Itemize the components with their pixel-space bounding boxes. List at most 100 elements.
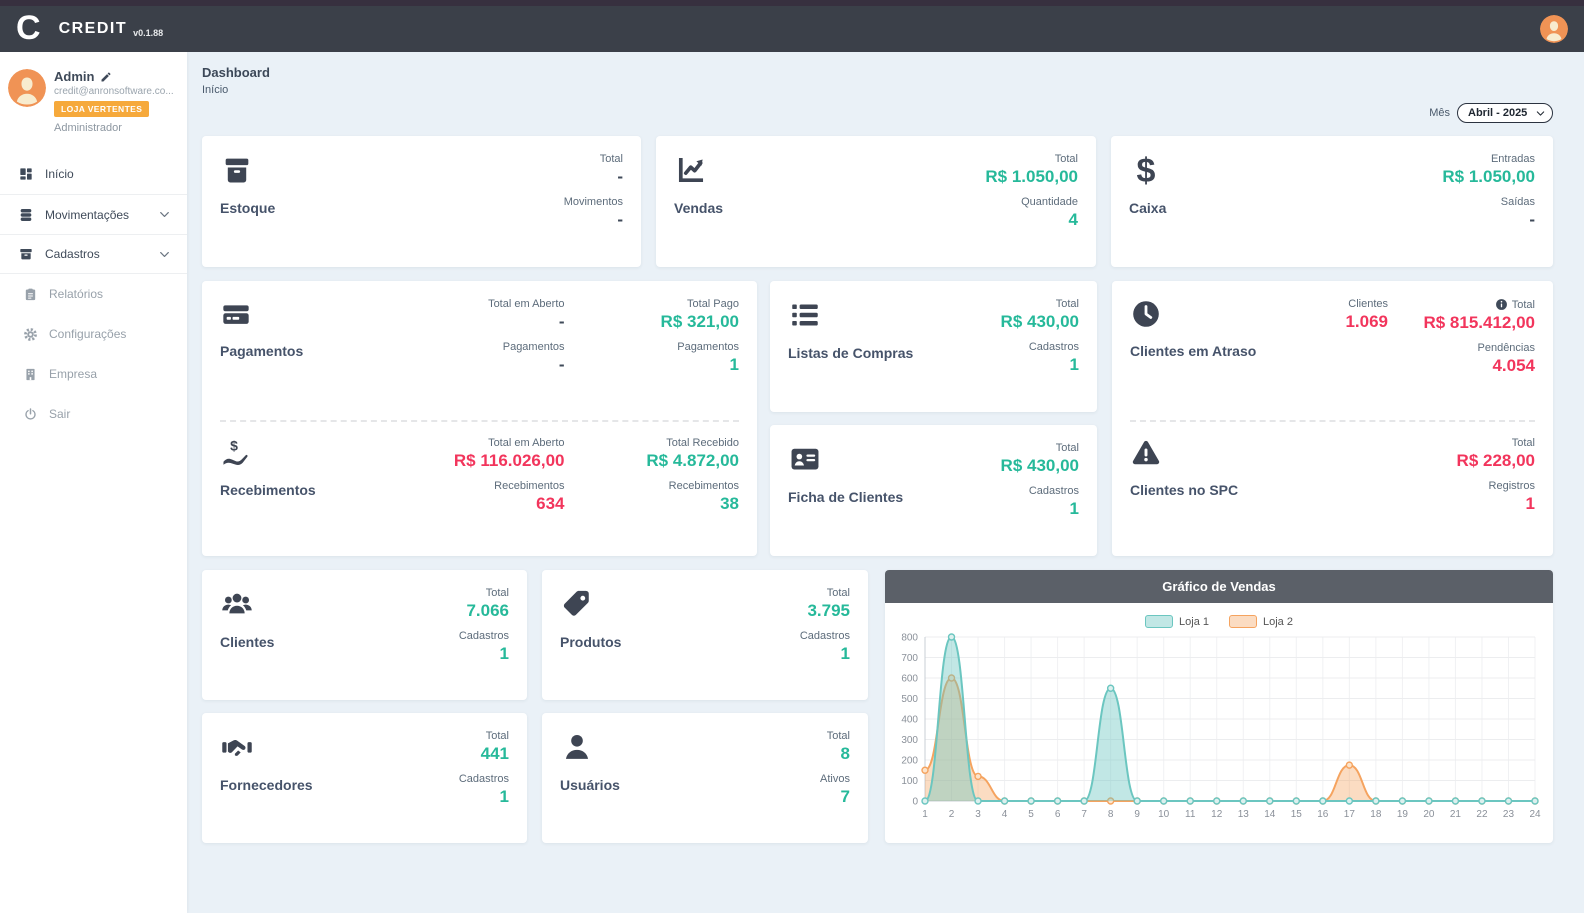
divider [1130,420,1535,422]
stat-label: Total [600,153,623,165]
stat-label: Total [1512,299,1535,311]
user-block: Admin credit@anronsoftware.co... LOJA VE… [0,52,187,144]
card-pagamentos-recebimentos[interactable]: Pagamentos Total em Aberto - Pagamentos … [202,281,757,556]
sidebar-item-sair[interactable]: Sair [0,394,187,434]
stat-label: Total [1512,437,1535,449]
card-caixa[interactable]: $ Caixa Entradas R$ 1.050,00 Saídas - [1111,136,1553,267]
app-version: v0.1.88 [133,28,163,38]
month-select[interactable]: Abril - 2025 [1457,103,1553,123]
cards-grid: Clientes Total 7.066 Cadastros 1 Produto… [202,570,868,843]
sidebar-item-configuracoes[interactable]: Configurações [0,314,187,354]
stat-value: R$ 815.412,00 [1406,313,1535,333]
stat-value: 4.054 [1406,356,1535,376]
stat-value: 3.795 [800,601,850,621]
sidebar-item-relatorios[interactable]: Relatórios [0,274,187,314]
stat-value: 38 [583,494,740,514]
sidebar-item-label: Início [45,167,74,181]
chart-line-icon [674,153,708,187]
stat-label: Movimentos [564,196,623,208]
card-title: Clientes [220,634,274,650]
sidebar-item-cadastros[interactable]: Cadastros [0,234,187,274]
stat-label: Cadastros [1029,485,1079,497]
card-half-atraso: Clientes em Atraso Clientes 1.069 Total … [1130,295,1535,412]
month-label: Mês [1429,107,1450,119]
archive-icon [18,246,34,262]
svg-text:1: 1 [922,809,928,820]
card-title: Produtos [560,634,621,650]
svg-text:18: 18 [1370,809,1382,820]
card-clientes[interactable]: Clientes Total 7.066 Cadastros 1 [202,570,527,700]
stat-label: Cadastros [459,630,509,642]
stat-value: 1 [459,644,509,664]
sidebar-item-label: Sair [49,407,70,421]
stat-value: 8 [820,744,850,764]
user-icon [560,730,594,764]
card-fornecedores[interactable]: Fornecedores Total 441 Cadastros 1 [202,713,527,843]
stat-label: Pagamentos [677,341,739,353]
svg-text:3: 3 [975,809,981,820]
svg-text:5: 5 [1028,809,1034,820]
card-title: Fornecedores [220,777,313,793]
legend-item-loja1[interactable]: Loja 1 [1145,614,1209,629]
card-listas-de-compras[interactable]: Listas de Compras Total R$ 430,00 Cadast… [770,281,1097,412]
sidebar-item-empresa[interactable]: Empresa [0,354,187,394]
svg-text:16: 16 [1317,809,1329,820]
stat-value: - [408,355,565,375]
header-avatar[interactable] [1540,15,1568,43]
chart-legend: Loja 1 Loja 2 [885,614,1553,629]
stat-label: Total em Aberto [488,298,564,310]
card-title: Pagamentos [220,343,390,359]
card-atraso-spc[interactable]: Clientes em Atraso Clientes 1.069 Total … [1112,281,1553,556]
card-title: Estoque [220,200,275,216]
card-title: Clientes no SPC [1130,482,1300,498]
sidebar-item-movimentacoes[interactable]: Movimentações [0,194,187,234]
warning-icon [1130,437,1162,469]
stat-value: 1 [583,355,740,375]
legend-swatch [1145,615,1173,628]
stat-label: Total [1055,153,1078,165]
stat-label: Total [1056,298,1079,310]
chart-title: Gráfico de Vendas [885,570,1553,603]
main-content: Dashboard Início Mês Abril - 2025 Estoqu… [187,52,1584,913]
user-role: Administrador [54,122,174,134]
stat-label: Pagamentos [503,341,565,353]
stat-value: 1.069 [1298,312,1388,332]
stat-label: Recebimentos [494,480,564,492]
stat-label: Total Pago [687,298,739,310]
stat-value: R$ 430,00 [1001,312,1079,332]
sidebar-item-inicio[interactable]: Início [0,154,187,194]
stat-label: Total [827,730,850,742]
cards-middle-stack: Listas de Compras Total R$ 430,00 Cadast… [770,281,1097,556]
card-title: Clientes em Atraso [1130,343,1280,359]
sidebar-item-label: Relatórios [49,287,103,301]
card-ficha-de-clientes[interactable]: Ficha de Clientes Total R$ 430,00 Cadast… [770,425,1097,556]
svg-text:20: 20 [1423,809,1435,820]
cards-row-1: Estoque Total - Movimentos - Vendas Tota… [202,136,1553,267]
svg-text:800: 800 [901,633,918,644]
card-title: Usuários [560,777,620,793]
card-produtos[interactable]: Produtos Total 3.795 Cadastros 1 [542,570,868,700]
card-vendas[interactable]: Vendas Total R$ 1.050,00 Quantidade 4 [656,136,1096,267]
list-icon [788,298,822,332]
card-usuarios[interactable]: Usuários Total 8 Ativos 7 [542,713,868,843]
stat-label: Recebimentos [669,480,739,492]
svg-text:7: 7 [1081,809,1087,820]
svg-text:200: 200 [901,756,918,767]
gear-icon [23,327,38,342]
legend-item-loja2[interactable]: Loja 2 [1229,614,1293,629]
user-email: credit@anronsoftware.co... [54,86,174,97]
svg-text:6: 6 [1055,809,1061,820]
stat-value: 1 [1001,499,1079,519]
stat-value: - [564,167,623,187]
stat-value: 634 [408,494,565,514]
card-title: Recebimentos [220,482,390,498]
page-title: Dashboard [202,65,1553,80]
sidebar: Admin credit@anronsoftware.co... LOJA VE… [0,52,187,913]
divider [220,420,739,422]
svg-text:24: 24 [1529,809,1541,820]
edit-profile-icon[interactable] [100,71,112,83]
svg-text:14: 14 [1264,809,1276,820]
card-estoque[interactable]: Estoque Total - Movimentos - [202,136,641,267]
stat-label: Total em Aberto [488,437,564,449]
stat-label: Clientes [1348,298,1388,310]
